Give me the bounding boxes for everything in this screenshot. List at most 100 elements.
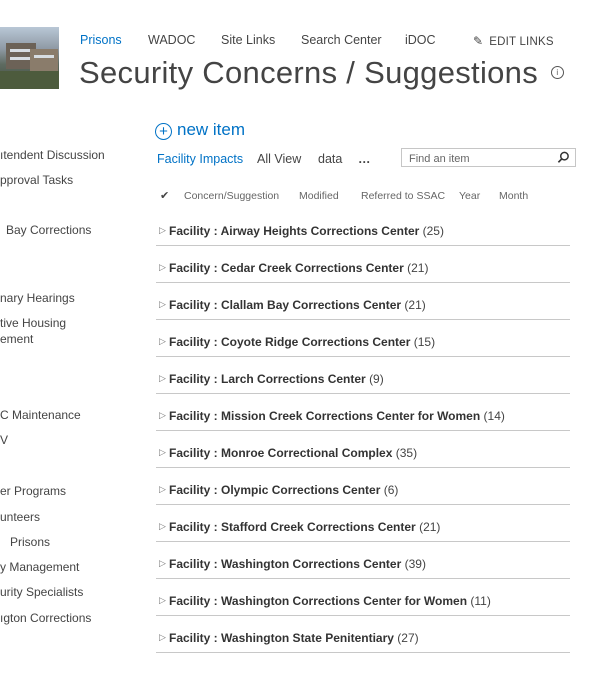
- logo-window-row: [34, 55, 54, 58]
- expand-triangle-icon: ▷: [159, 558, 166, 568]
- group-row[interactable]: ▷ Facility : Stafford Creek Corrections C…: [156, 516, 570, 542]
- nav-link-wadoc[interactable]: WADOC: [148, 33, 195, 47]
- sidebar-item-maintenance[interactable]: C Maintenance: [0, 408, 81, 422]
- group-row[interactable]: ▷ Facility : Olympic Corrections Center (…: [156, 479, 570, 505]
- sidebar-item-superintendent-discussion[interactable]: ıtendent Discussion: [0, 148, 105, 162]
- expand-triangle-icon: ▷: [159, 447, 166, 457]
- group-label: Facility : Washington State Penitentiary…: [169, 631, 419, 645]
- search-icon[interactable]: [557, 151, 570, 164]
- group-name: Monroe Correctional Complex: [221, 446, 393, 460]
- group-name: Clallam Bay Corrections Center: [221, 298, 402, 312]
- group-name: Washington Corrections Center for Women: [221, 594, 468, 608]
- expand-triangle-icon: ▷: [159, 299, 166, 309]
- expand-triangle-icon: ▷: [159, 484, 166, 494]
- sidebar-item-programs[interactable]: er Programs: [0, 484, 66, 498]
- group-row[interactable]: ▷ Facility : Coyote Ridge Corrections Cen…: [156, 331, 570, 357]
- sidebar-item-restrictive-housing[interactable]: tive Housing: [0, 316, 66, 330]
- group-name: Olympic Corrections Center: [221, 483, 381, 497]
- group-count: (35): [395, 446, 418, 460]
- nav-link-site-links[interactable]: Site Links: [221, 33, 275, 47]
- sidebar-item-prisons[interactable]: Prisons: [10, 535, 50, 549]
- sidebar-item-housing-management[interactable]: ement: [0, 332, 33, 346]
- group-prefix: Facility :: [169, 298, 222, 312]
- group-count: (39): [404, 557, 426, 571]
- group-count: (15): [413, 335, 436, 349]
- expand-triangle-icon: ▷: [159, 521, 166, 531]
- group-count: (27): [397, 631, 419, 645]
- group-prefix: Facility :: [169, 224, 221, 238]
- view-data[interactable]: data: [318, 152, 342, 166]
- nav-link-prisons[interactable]: Prisons: [80, 33, 122, 47]
- sidebar-item-clallam-bay[interactable]: Bay Corrections: [6, 223, 91, 237]
- group-row[interactable]: ▷ Facility : Larch Corrections Center (9): [156, 368, 570, 394]
- view-all[interactable]: All View: [257, 152, 301, 166]
- group-row[interactable]: ▷ Facility : Clallam Bay Corrections Cent…: [156, 294, 570, 320]
- sidebar-item-v[interactable]: V: [0, 433, 8, 447]
- group-row[interactable]: ▷ Facility : Washington Corrections Cente…: [156, 590, 570, 616]
- nav-link-search-center[interactable]: Search Center: [301, 33, 382, 47]
- expand-triangle-icon: ▷: [159, 262, 166, 272]
- edit-links-button[interactable]: ✎ EDIT LINKS: [473, 34, 554, 48]
- group-name: Cedar Creek Corrections Center: [221, 261, 404, 275]
- logo-building-wing: [30, 49, 58, 71]
- group-count: (21): [404, 298, 426, 312]
- logo-window-row: [10, 57, 30, 60]
- search-input[interactable]: [402, 150, 557, 168]
- column-header-modified[interactable]: Modified: [299, 190, 339, 202]
- group-row[interactable]: ▷ Facility : Mission Creek Corrections Ce…: [156, 405, 570, 431]
- select-all-checkmark-icon[interactable]: ✔: [160, 189, 169, 202]
- column-header-month[interactable]: Month: [499, 190, 528, 202]
- group-label: Facility : Coyote Ridge Corrections Cent…: [169, 335, 435, 349]
- info-icon[interactable]: i: [550, 66, 564, 80]
- sidebar-item-management[interactable]: y Management: [0, 560, 79, 574]
- group-label: Facility : Washington Corrections Center…: [169, 557, 426, 571]
- group-count: (6): [383, 483, 399, 497]
- view-facility-impacts[interactable]: Facility Impacts: [157, 152, 243, 166]
- group-label: Facility : Cedar Creek Corrections Cente…: [169, 261, 428, 275]
- group-label: Facility : Washington Corrections Center…: [169, 594, 491, 608]
- expand-triangle-icon: ▷: [159, 632, 166, 642]
- sidebar-item-washington-corrections[interactable]: ıgton Corrections: [0, 611, 91, 625]
- group-label: Facility : Mission Creek Corrections Cen…: [169, 409, 505, 423]
- group-count: (14): [483, 409, 505, 423]
- group-row[interactable]: ▷ Facility : Airway Heights Corrections C…: [156, 220, 570, 246]
- page-title-text: Security Concerns / Suggestions: [79, 55, 539, 90]
- group-count: (21): [407, 261, 429, 275]
- group-prefix: Facility :: [169, 594, 222, 608]
- site-logo[interactable]: [0, 27, 59, 89]
- sidebar-item-disciplinary-hearings[interactable]: nary Hearings: [0, 291, 75, 305]
- sidebar-item-security-specialists[interactable]: urity Specialists: [0, 585, 83, 599]
- sidebar-item-approval-tasks[interactable]: pproval Tasks: [0, 173, 73, 187]
- group-row[interactable]: ▷ Facility : Monroe Correctional Complex …: [156, 442, 570, 468]
- new-item-button[interactable]: + new item: [155, 120, 245, 140]
- group-label: Facility : Olympic Corrections Center (6…: [169, 483, 398, 497]
- group-name: Airway Heights Corrections Center: [220, 224, 420, 238]
- group-prefix: Facility :: [169, 261, 222, 275]
- sidebar-item-volunteers[interactable]: unteers: [0, 510, 40, 524]
- nav-link-idoc[interactable]: iDOC: [405, 33, 436, 47]
- group-name: Washington Corrections Center: [221, 557, 402, 571]
- group-row[interactable]: ▷ Facility : Washington Corrections Cente…: [156, 553, 570, 579]
- group-name: Stafford Creek Corrections Center: [221, 520, 416, 534]
- expand-triangle-icon: ▷: [159, 225, 166, 235]
- search-box: [401, 148, 576, 168]
- expand-triangle-icon: ▷: [159, 410, 166, 420]
- column-header-referred-to-ssac[interactable]: Referred to SSAC: [361, 190, 445, 202]
- group-prefix: Facility :: [169, 335, 222, 349]
- group-name: Coyote Ridge Corrections Center: [221, 335, 411, 349]
- plus-circle-icon: +: [155, 123, 172, 140]
- more-views-button[interactable]: …: [358, 152, 372, 166]
- column-header-year[interactable]: Year: [459, 190, 480, 202]
- expand-triangle-icon: ▷: [159, 336, 166, 346]
- group-row[interactable]: ▷ Facility : Washington State Penitentiar…: [156, 627, 570, 653]
- column-header-concern-suggestion[interactable]: Concern/Suggestion: [184, 190, 279, 202]
- group-row[interactable]: ▷ Facility : Cedar Creek Corrections Cent…: [156, 257, 570, 283]
- group-prefix: Facility :: [169, 631, 222, 645]
- group-prefix: Facility :: [169, 483, 222, 497]
- group-name: Mission Creek Corrections Center for Wom…: [221, 409, 481, 423]
- page-title: Security Concerns / Suggestions i: [79, 55, 564, 91]
- group-prefix: Facility :: [169, 446, 222, 460]
- group-prefix: Facility :: [169, 372, 222, 386]
- group-count: (11): [470, 594, 491, 608]
- logo-lawn: [0, 71, 59, 89]
